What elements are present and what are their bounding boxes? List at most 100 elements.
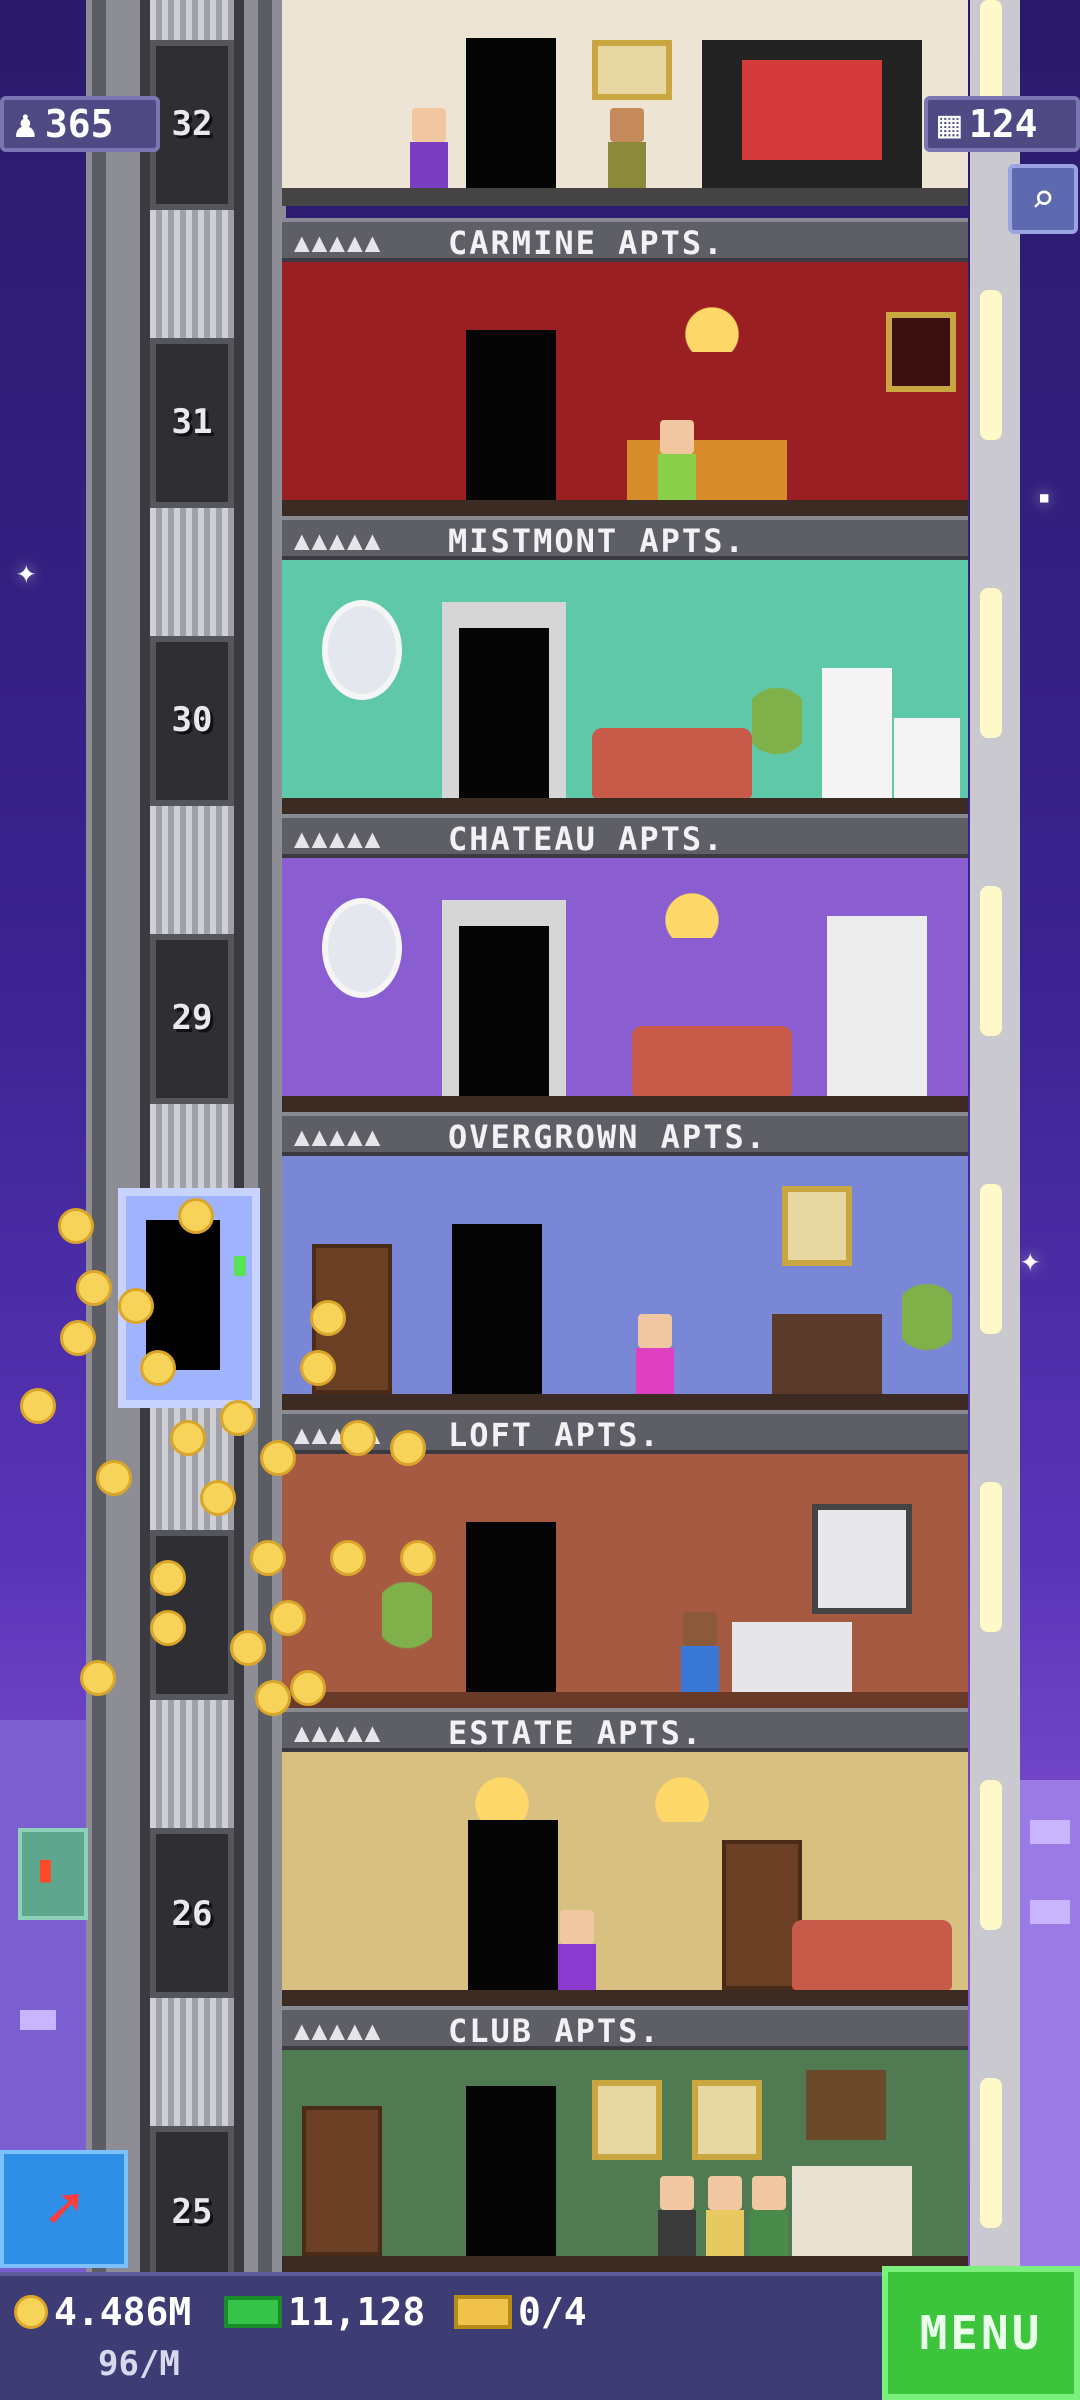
room-interior	[282, 2050, 968, 2274]
doorway	[466, 330, 556, 500]
wall-picture	[592, 40, 672, 100]
bitizen[interactable]	[677, 1612, 723, 1692]
floor-name: CHATEAU APTS.	[448, 820, 725, 858]
plant	[902, 1284, 952, 1394]
sofa	[792, 1920, 952, 1990]
bitizen[interactable]	[702, 2176, 748, 2256]
floor-name: OVERGROWN APTS.	[448, 1118, 767, 1156]
floor-sign: ▲▲▲▲▲ ESTATE APTS.	[282, 1708, 968, 1752]
wall-picture	[782, 1186, 852, 1266]
room-interior	[282, 1454, 968, 1710]
floor-name: LOFT APTS.	[448, 1416, 661, 1454]
search-button[interactable]: ⌕	[1008, 164, 1078, 234]
sofa	[632, 1026, 792, 1096]
star-decoration: ■	[1040, 490, 1049, 506]
coins-display[interactable]: 4.486M	[14, 2290, 191, 2334]
floor-overgrown[interactable]: ▲▲▲▲▲ OVERGROWN APTS.	[282, 1112, 968, 1412]
floor-estate[interactable]: ▲▲▲▲▲ ESTATE APTS.	[282, 1708, 968, 2008]
bitizen[interactable]	[654, 2176, 700, 2256]
floor-loft[interactable]: ▲▲▲▲▲ LOFT APTS.	[282, 1410, 968, 1710]
floor-sign: ▲▲▲▲▲ OVERGROWN APTS.	[282, 1112, 968, 1156]
mirror	[322, 898, 402, 998]
room-interior	[282, 0, 968, 206]
doorway	[468, 1820, 558, 1990]
background-window	[1030, 1820, 1070, 1844]
floor-sign: ▲▲▲▲▲ CARMINE APTS.	[282, 218, 968, 262]
bookshelf	[722, 1840, 802, 1990]
floor-carmine[interactable]: ▲▲▲▲▲ CARMINE APTS.	[282, 218, 968, 518]
tickets-display[interactable]: 0/4	[454, 2290, 587, 2334]
resident-icons: ▲▲▲▲▲	[294, 824, 383, 854]
rail-lamp	[980, 1184, 1002, 1334]
floor-club[interactable]: ▲▲▲▲▲ CLUB APTS.	[282, 2006, 968, 2274]
floor-number: 29	[171, 998, 213, 1038]
rail-lamp	[980, 886, 1002, 1036]
fries-event-button[interactable]: ▮	[18, 1828, 88, 1920]
bitizen[interactable]	[746, 2176, 792, 2256]
sofa	[592, 728, 752, 798]
resident-icons: ▲▲▲▲▲	[294, 526, 383, 556]
plant	[752, 688, 802, 798]
menu-button[interactable]: MENU	[882, 2266, 1080, 2400]
bitizen[interactable]	[554, 1910, 600, 1990]
bitizen[interactable]	[406, 108, 452, 188]
population-value: 365	[44, 102, 114, 146]
moose-trophy	[806, 2070, 886, 2140]
arrow-icon: ➚	[45, 2174, 83, 2244]
floor-number: 25	[171, 2192, 213, 2232]
tickets-value: 0/4	[518, 2290, 587, 2334]
tv-screen	[742, 60, 882, 160]
room-interior	[282, 1752, 968, 2008]
room-interior	[282, 560, 968, 816]
floor-sign: ▲▲▲▲▲ CHATEAU APTS.	[282, 814, 968, 858]
floor-counter[interactable]: ▦ 124	[924, 96, 1080, 152]
background-building	[1020, 1780, 1080, 2280]
resident-icons: ▲▲▲▲▲	[294, 2016, 383, 2046]
floor-32-room[interactable]	[282, 0, 968, 206]
background-window	[20, 2010, 56, 2030]
bitizen[interactable]	[654, 420, 700, 500]
floor-sign: ▲▲▲▲▲ MISTMONT APTS.	[282, 516, 968, 560]
floor-number: 26	[171, 1894, 213, 1934]
floor-name: CLUB APTS.	[448, 2012, 661, 2050]
resident-icons: ▲▲▲▲▲	[294, 1718, 383, 1748]
population-counter[interactable]: ♟ 365	[0, 96, 160, 152]
elevator-light	[234, 1256, 246, 1276]
building-icon: ▦	[938, 102, 961, 146]
golden-ticket-icon	[454, 2295, 512, 2329]
bed	[627, 440, 787, 500]
fireplace	[792, 2166, 912, 2256]
floor-number: 31	[171, 402, 213, 442]
floor-number: 32	[171, 104, 213, 144]
doorway	[452, 1224, 542, 1394]
bookshelf	[302, 2106, 382, 2256]
bitizen[interactable]	[604, 108, 650, 188]
rail-lamp	[980, 588, 1002, 738]
chandelier	[642, 1762, 722, 1822]
bux-icon	[224, 2296, 282, 2328]
doorway	[466, 1522, 556, 1692]
coin-rate: 96/M	[98, 2344, 180, 2384]
room-interior	[282, 858, 968, 1114]
bux-display[interactable]: 11,128	[224, 2290, 425, 2334]
doorway	[459, 926, 549, 1096]
star-decoration: ✦	[1020, 1240, 1041, 1280]
wall-picture	[886, 312, 956, 392]
doorway	[466, 2086, 556, 2256]
rail-lamp	[980, 1482, 1002, 1632]
floor-name: CARMINE APTS.	[448, 224, 725, 262]
bitizen[interactable]	[632, 1314, 678, 1394]
person-icon: ♟	[14, 102, 37, 146]
coins-value: 4.486M	[54, 2290, 192, 2334]
room-floor	[282, 188, 968, 206]
rail-lamp	[980, 2078, 1002, 2228]
bitizen-locate-button[interactable]: ➚	[0, 2150, 128, 2268]
floor-mistmont[interactable]: ▲▲▲▲▲ MISTMONT APTS.	[282, 516, 968, 816]
doorway	[466, 38, 556, 188]
chandelier	[672, 292, 752, 352]
resident-icons: ▲▲▲▲▲	[294, 1122, 383, 1152]
floor-sign: ▲▲▲▲▲ CLUB APTS.	[282, 2006, 968, 2050]
room-interior	[282, 1156, 968, 1412]
floor-chateau[interactable]: ▲▲▲▲▲ CHATEAU APTS.	[282, 814, 968, 1114]
shaft-rail	[92, 0, 106, 2290]
